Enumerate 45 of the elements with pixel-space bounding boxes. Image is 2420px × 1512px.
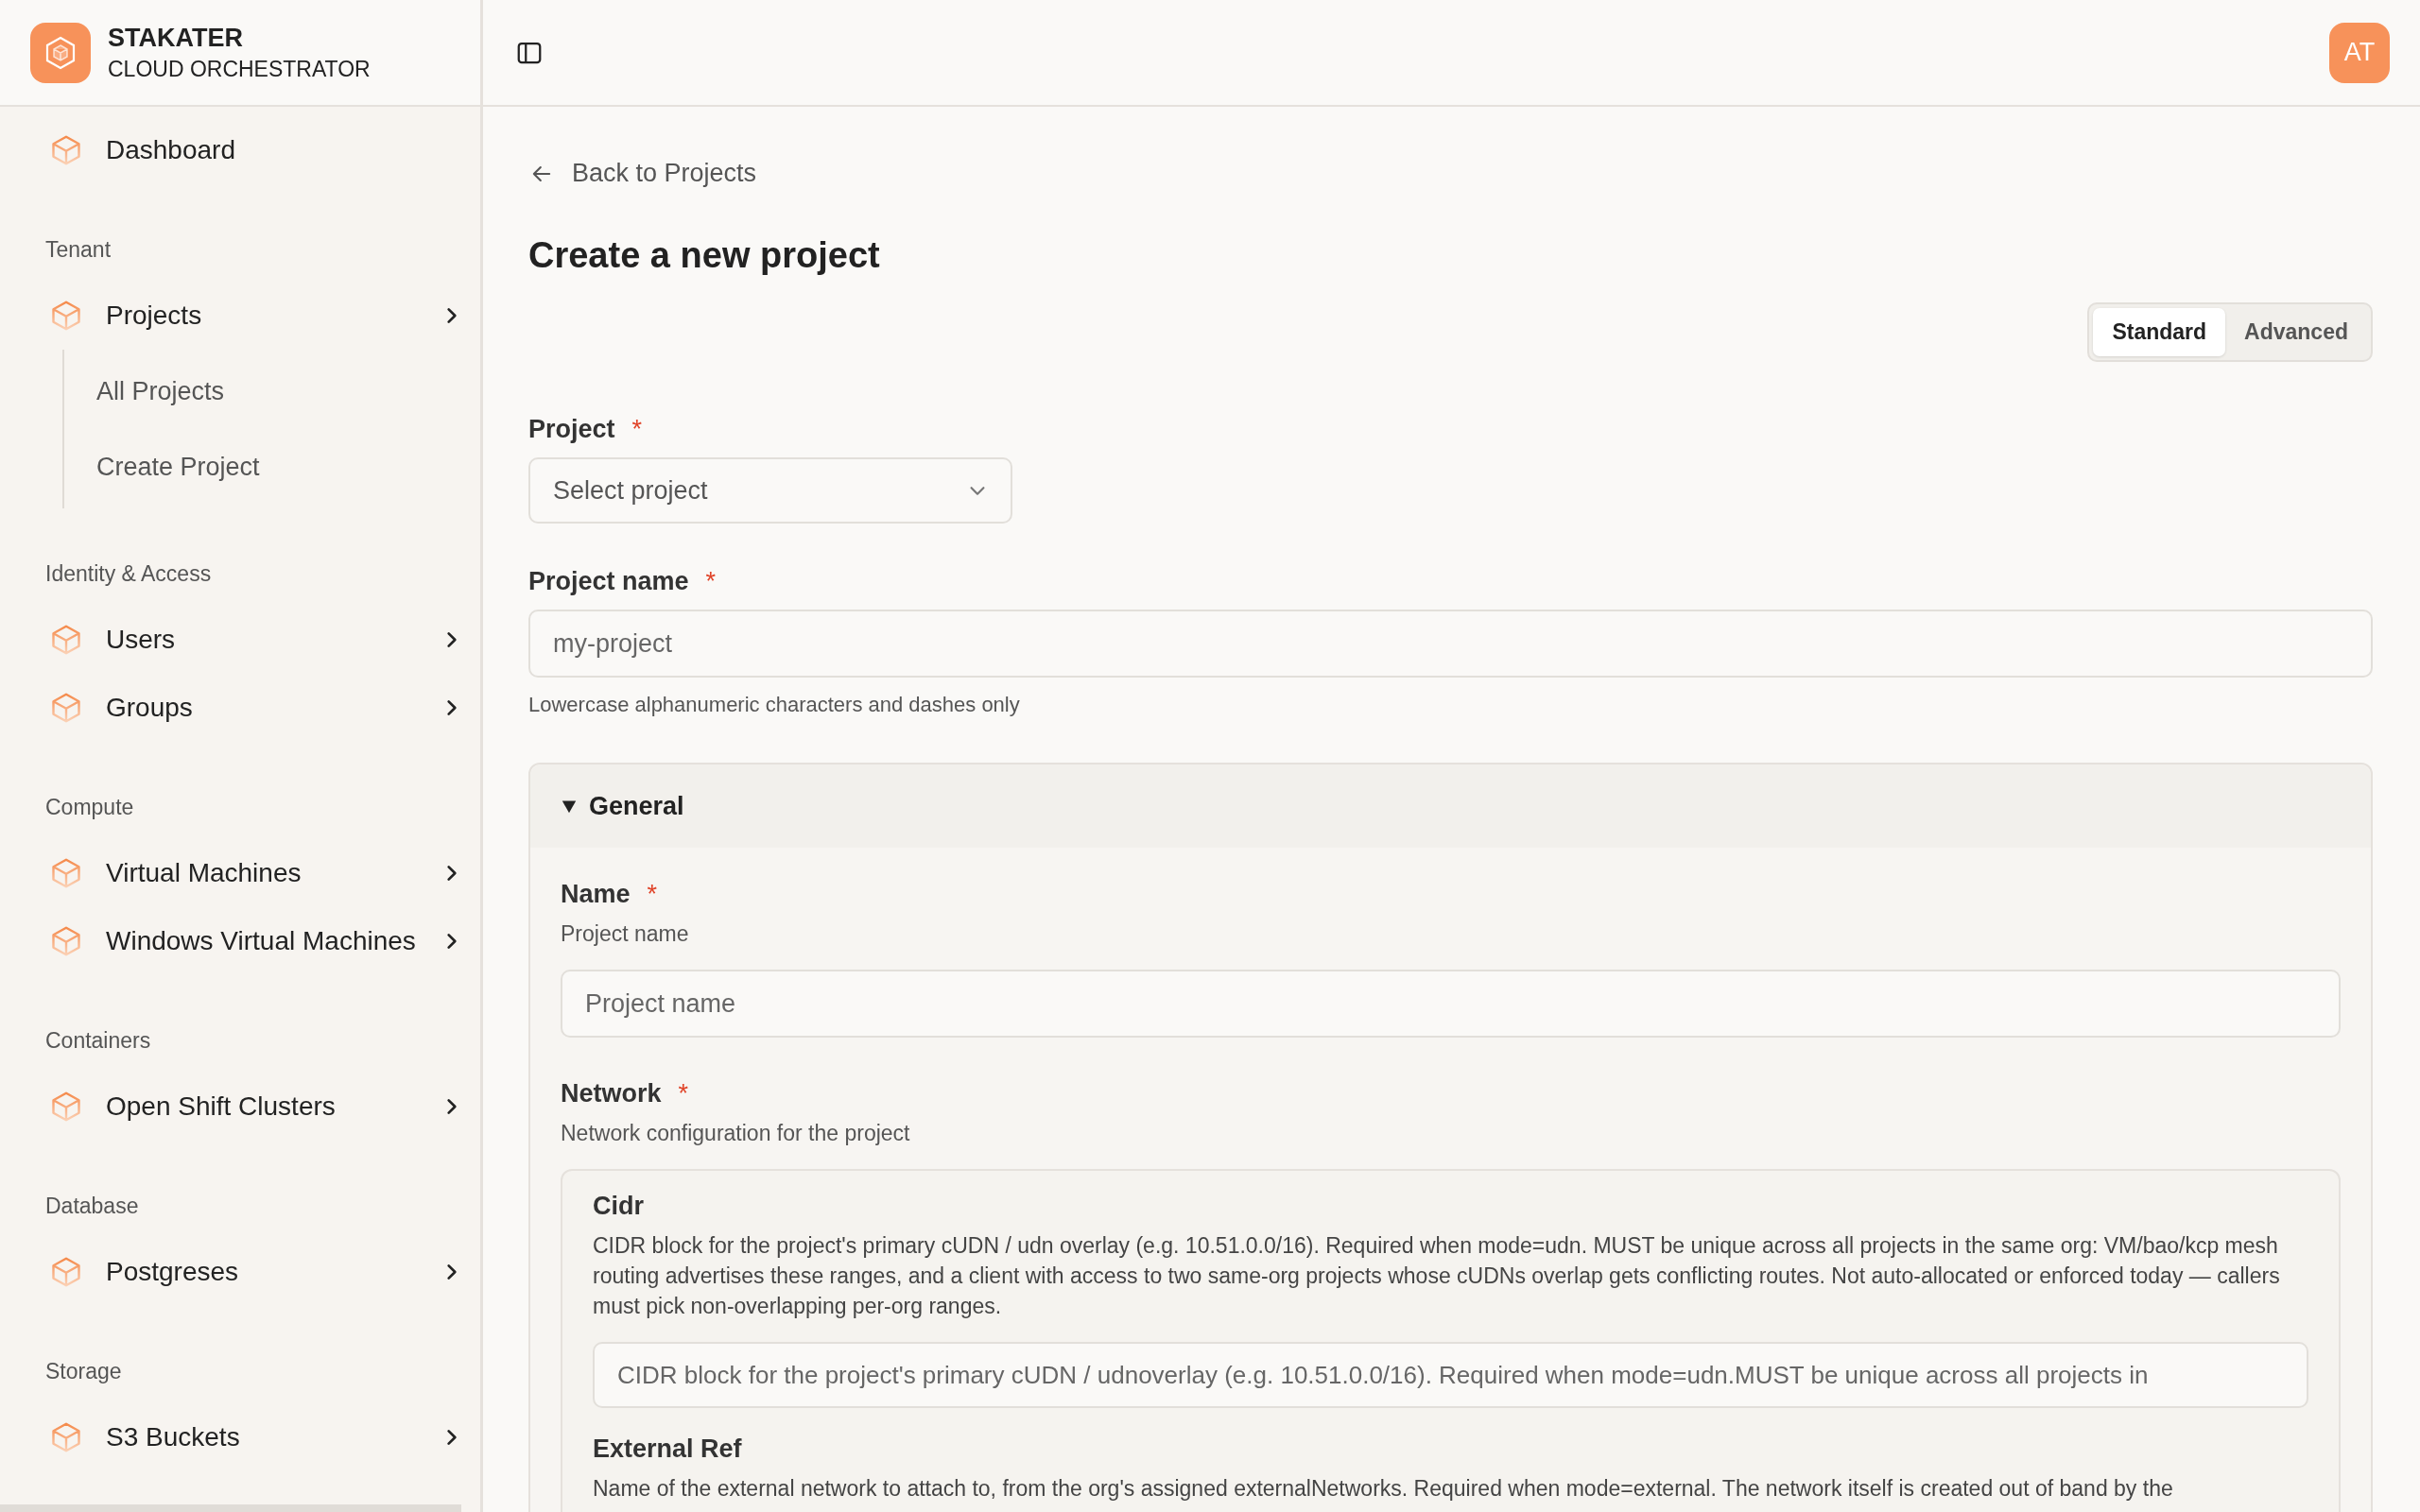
section-label: Compute [44,795,135,820]
field-description: Name of the external network to attach to, from the org's assigned externalNetworks. Required when mode=external. The network itself is created out of band by the [593,1475,2174,1503]
page-title: Create a new project [528,235,881,276]
field-hint: Lowercase alphanumeric characters and dashes only [528,693,1021,717]
required-mark: * [647,880,658,909]
brand-title: STAKATER [108,23,244,53]
field-label: Project [528,415,615,444]
required-mark: * [678,1079,689,1108]
back-link[interactable]: Back to Projects [528,159,2373,188]
field-label: Project name [528,567,689,596]
section-label: Containers [44,1028,152,1054]
sidebar-item[interactable]: S3 Buckets [0,1403,480,1471]
sidebar-item[interactable]: Projects [0,282,480,350]
section-label: Storage [44,1359,123,1384]
mode-tab[interactable]: Advanced [2225,308,2367,356]
section-label: Tenant [44,237,112,263]
sidebar-subitem[interactable]: Create Project [64,429,480,505]
project-select[interactable]: Select project [528,457,1012,524]
general-header[interactable]: General [530,765,2371,848]
field-label: Network [561,1079,662,1108]
field-label: Name [561,880,631,909]
section-label: Identity & Access [44,561,213,587]
back-link-text[interactable]: Back to Projects [572,159,757,188]
field-label: External Ref [593,1435,743,1464]
required-mark: * [705,567,717,596]
sidebar-item[interactable]: Postgreses [0,1238,480,1306]
field-description: CIDR block for the project's primary cUDN / udn overlay (e.g. 10.51.0.0/16). Required when mode=udn. MUST be unique across all projects in the same org: VM/bao/kcp mesh routing advertises these ranges, and a client with access to two same-org projects whose cUDNs overlap gets conflicting routes. Not auto-allocated or enforced today — callers must pick non-overlapping per-org ranges. [593,1232,2281,1320]
section-label: Database [44,1194,140,1219]
sidebar-item[interactable]: Open Shift Clusters [0,1073,480,1141]
cidr-field[interactable]: CIDR block for the project's primary cUDN / udnoverlay (e.g. 10.51.0.0/16). Required when mode=udn.MUST be unique across all projects in [593,1342,2308,1408]
field-description: Project name [561,920,690,948]
sidebar-item[interactable]: Dashboard [0,116,480,184]
sidebar-item[interactable]: Users [0,606,480,674]
field-label: Cidr [593,1192,645,1221]
field-description: Network configuration for the project [561,1120,911,1147]
sidebar-item[interactable]: Groups [0,674,480,742]
required-mark: * [631,415,643,444]
brand-subtitle: CLOUD ORCHESTRATOR [108,56,371,82]
name-field[interactable]: Project name [561,970,2341,1038]
project-name-field[interactable]: my-project [528,610,2373,678]
section-title: General [589,791,684,821]
sidebar-subitem[interactable]: All Projects [64,353,480,429]
sidebar-item[interactable]: Virtual Machines [0,839,480,907]
sidebar-item[interactable]: Windows Virtual Machines [0,907,480,975]
mode-tab[interactable]: Standard [2093,308,2226,356]
